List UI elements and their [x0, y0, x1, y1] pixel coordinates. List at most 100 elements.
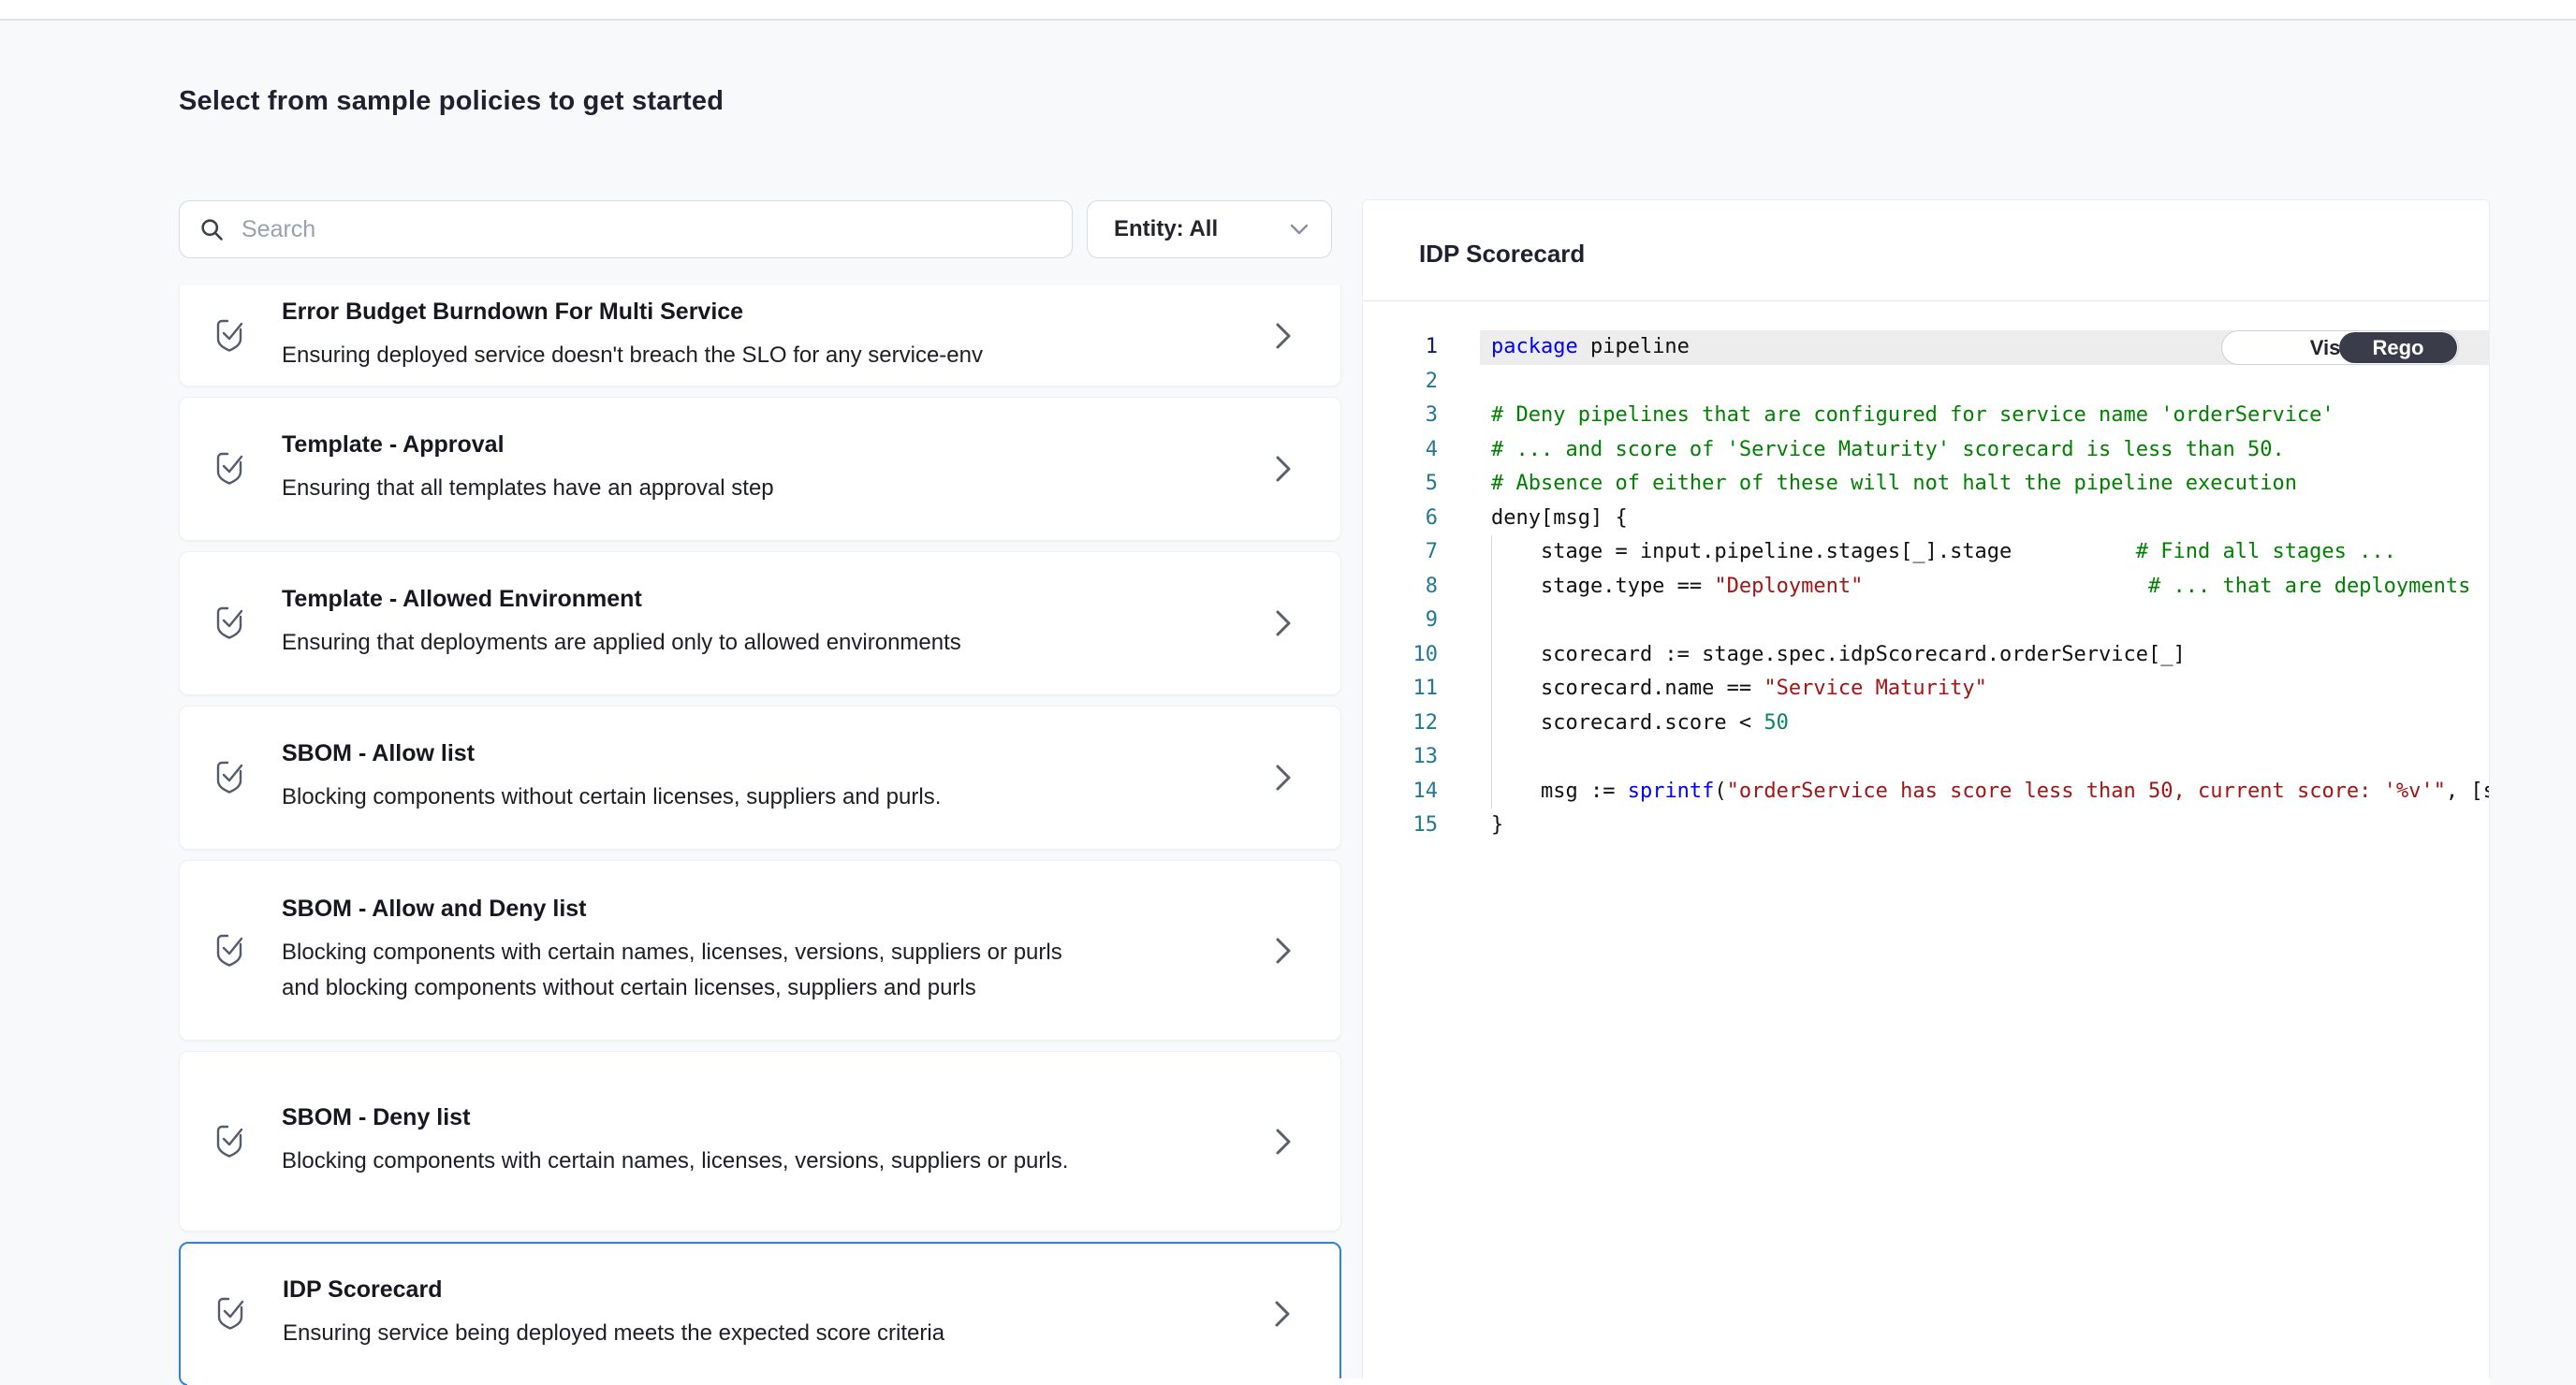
policy-card[interactable]: SBOM - Allow list Blocking components wi… [179, 706, 1341, 850]
code-line: 7 stage = input.pipeline.stages[_].stage… [1363, 535, 2489, 570]
chevron-right-icon [1275, 937, 1292, 965]
policy-card-title: SBOM - Allow list [282, 740, 1105, 767]
code-line-content [1480, 740, 2489, 775]
policy-list: Error Budget Burndown For Multi Service … [179, 285, 1341, 1385]
policy-shield-check-icon [214, 1123, 244, 1160]
bottom-section-edge [187, 1378, 2490, 1385]
policy-card-description: Blocking components with certain names, … [282, 1144, 1087, 1179]
line-number: 5 [1363, 467, 1438, 502]
policy-shield-check-icon [214, 932, 244, 970]
policy-card-description: Ensuring deployed service doesn't breach… [282, 338, 1087, 373]
policy-card-title: Template - Allowed Environment [282, 586, 1105, 613]
policy-card-description: Ensuring service being deployed meets th… [283, 1316, 1088, 1351]
code-line: 8 stage.type == "Deployment" # ... that … [1363, 570, 2489, 605]
policy-shield-check-icon [214, 759, 244, 796]
policy-card-text: Error Budget Burndown For Multi Service … [282, 299, 1105, 373]
code-line-content [1480, 365, 2489, 400]
policy-card[interactable]: Template - Allowed Environment Ensuring … [179, 551, 1341, 695]
code-line-content: # Deny pipelines that are configured for… [1480, 399, 2489, 433]
policy-card-text: SBOM - Allow and Deny list Blocking comp… [282, 896, 1105, 1006]
policy-shield-check-icon [214, 450, 244, 488]
line-number: 6 [1363, 502, 1438, 536]
top-divider [0, 0, 2576, 21]
view-mode-toggle: Visual Rego [2221, 330, 2459, 365]
line-number: 8 [1363, 570, 1438, 605]
code-line-content: scorecard.score < 50 [1480, 707, 2489, 741]
policy-card-description: Blocking components without certain lice… [282, 780, 1087, 815]
code-line: 6 deny[msg] { [1363, 502, 2489, 536]
code-line: 11 scorecard.name == "Service Maturity" [1363, 672, 2489, 707]
policy-card[interactable]: IDP Scorecard Ensuring service being dep… [179, 1242, 1341, 1385]
policy-card-title: SBOM - Allow and Deny list [282, 896, 1105, 923]
policy-card-text: Template - Approval Ensuring that all te… [282, 431, 1105, 506]
code-line-content: } [1480, 809, 2489, 843]
policy-shield-check-icon [214, 605, 244, 642]
indent-guide [1491, 535, 1492, 809]
policy-card[interactable]: SBOM - Allow and Deny list Blocking comp… [179, 860, 1341, 1041]
preview-divider [1363, 300, 2489, 301]
chevron-right-icon [1275, 1128, 1292, 1156]
line-number: 1 [1363, 330, 1438, 365]
policy-card[interactable]: Template - Approval Ensuring that all te… [179, 397, 1341, 541]
line-number: 2 [1363, 365, 1438, 400]
code-line: 4 # ... and score of 'Service Maturity' s… [1363, 433, 2489, 468]
code-line-content: scorecard.name == "Service Maturity" [1480, 672, 2489, 707]
code-line-content [1480, 604, 2489, 638]
preview-title: IDP Scorecard [1419, 240, 1585, 269]
chevron-right-icon [1275, 322, 1292, 350]
line-number: 4 [1363, 433, 1438, 468]
code-line-content: scorecard := stage.spec.idpScorecard.ord… [1480, 638, 2489, 673]
policy-card-title: Template - Approval [282, 431, 1105, 459]
line-number: 13 [1363, 740, 1438, 775]
code-line-content: # Absence of either of these will not ha… [1480, 467, 2489, 502]
chevron-right-icon [1275, 455, 1292, 483]
code-line: 2 [1363, 365, 2489, 400]
policy-card-text: SBOM - Allow list Blocking components wi… [282, 740, 1105, 815]
line-number: 3 [1363, 399, 1438, 433]
code-line: 10 scorecard := stage.spec.idpScorecard.… [1363, 638, 2489, 673]
line-number: 12 [1363, 707, 1438, 741]
line-number: 14 [1363, 775, 1438, 809]
policy-card[interactable]: Error Budget Burndown For Multi Service … [179, 285, 1341, 386]
code-line-content: stage.type == "Deployment" # ... that ar… [1480, 570, 2489, 605]
policy-card-description: Blocking components with certain names, … [282, 935, 1087, 1006]
policy-shield-check-icon [214, 317, 244, 355]
code-lines: 1package pipeline23# Deny pipelines that… [1363, 330, 2489, 843]
search-input[interactable] [242, 216, 1053, 243]
line-number: 15 [1363, 809, 1438, 843]
search-box[interactable] [179, 200, 1073, 258]
chevron-down-icon [1288, 222, 1310, 237]
code-line: 14 msg := sprintf("orderService has scor… [1363, 775, 2489, 809]
chevron-right-icon [1275, 609, 1292, 637]
search-icon [198, 216, 225, 242]
code-line: 9 [1363, 604, 2489, 638]
page-title: Select from sample policies to get start… [179, 86, 724, 117]
chevron-right-icon [1275, 764, 1292, 792]
policy-card-text: SBOM - Deny list Blocking components wit… [282, 1104, 1105, 1179]
code-line-content: msg := sprintf("orderService has score l… [1480, 775, 2489, 809]
policy-card-text: Template - Allowed Environment Ensuring … [282, 586, 1105, 661]
code-line: 13 [1363, 740, 2489, 775]
entity-filter-dropdown[interactable]: Entity: All [1087, 200, 1332, 258]
policy-card-title: SBOM - Deny list [282, 1104, 1105, 1131]
code-line-content: stage = input.pipeline.stages[_].stage #… [1480, 535, 2489, 570]
line-number: 9 [1363, 604, 1438, 638]
toggle-rego-button[interactable]: Rego [2339, 332, 2457, 363]
code-line: 5 # Absence of either of these will not h… [1363, 467, 2489, 502]
entity-filter-label: Entity: All [1114, 216, 1288, 242]
line-number: 11 [1363, 672, 1438, 707]
code-editor[interactable]: 1package pipeline23# Deny pipelines that… [1363, 330, 2489, 843]
policy-card-title: Error Budget Burndown For Multi Service [282, 299, 1105, 326]
policy-card-description: Ensuring that deployments are applied on… [282, 625, 1087, 661]
policy-card[interactable]: SBOM - Deny list Blocking components wit… [179, 1051, 1341, 1232]
line-number: 10 [1363, 638, 1438, 673]
code-line-content: # ... and score of 'Service Maturity' sc… [1480, 433, 2489, 468]
policy-preview-panel: IDP Scorecard 1package pipeline23# Deny … [1362, 199, 2490, 1385]
policy-shield-check-icon [215, 1295, 245, 1333]
policy-card-description: Ensuring that all templates have an appr… [282, 471, 1087, 506]
chevron-right-icon [1274, 1300, 1291, 1328]
code-line: 3 # Deny pipelines that are configured fo… [1363, 399, 2489, 433]
policy-card-title: IDP Scorecard [283, 1276, 1106, 1304]
code-line: 15} [1363, 809, 2489, 843]
code-line-content: deny[msg] { [1480, 502, 2489, 536]
